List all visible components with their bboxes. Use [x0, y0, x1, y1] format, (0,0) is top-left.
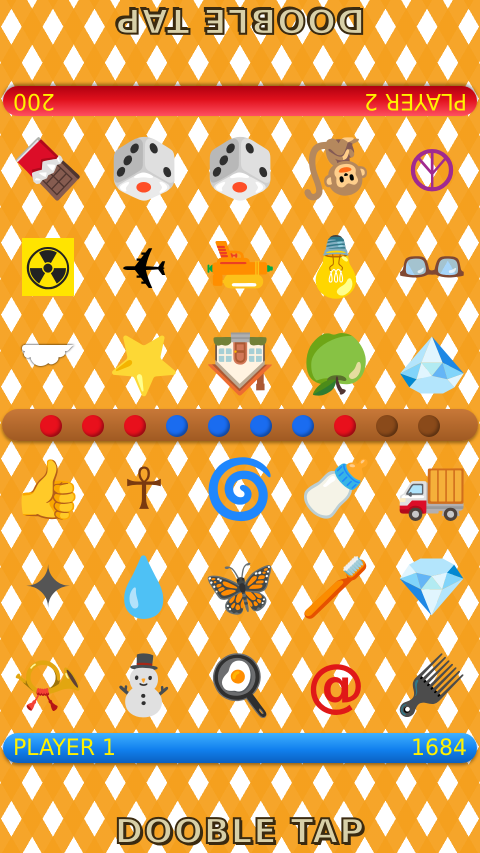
star-card[interactable]: ⭐: [96, 316, 192, 414]
airplane-icon: ✈: [119, 233, 169, 301]
player2-score-bar: PLAYER 2 200: [3, 86, 477, 116]
progress-dot-blue: [166, 415, 188, 437]
ankh-card[interactable]: ☥: [96, 440, 192, 538]
water-drop-icon: 💧: [107, 553, 181, 621]
ice-cream-bar-card[interactable]: 🍫: [0, 120, 96, 218]
snowman-card[interactable]: ⛄: [96, 636, 192, 734]
eyeglasses-icon: 👓: [395, 233, 469, 301]
top-title: DOOBLE TAP: [114, 0, 366, 41]
progress-dot-red: [334, 415, 356, 437]
snowman-icon: ⛄: [107, 651, 181, 719]
toothbrush-card[interactable]: 🪥: [288, 538, 384, 636]
baby-bottle-icon: 🍼: [299, 455, 373, 523]
spinning-top-icon: 🌀: [203, 455, 277, 523]
spinning-top-card[interactable]: 🌀: [192, 440, 288, 538]
emerald-icon: 💎: [395, 331, 469, 399]
progress-dot-empty: [418, 415, 440, 437]
player1-score: 1684: [411, 735, 467, 761]
eyeglasses-card[interactable]: 👓: [384, 218, 480, 316]
comb-card[interactable]: 🪮: [384, 636, 480, 734]
progress-track: [2, 409, 478, 441]
emerald-card[interactable]: 💎: [384, 538, 480, 636]
whistle-card[interactable]: 📯: [0, 636, 96, 734]
metal-star-card[interactable]: ✦: [0, 538, 96, 636]
baby-bottle-card[interactable]: 🍼: [288, 440, 384, 538]
airplane-card[interactable]: ✈: [96, 218, 192, 316]
fried-egg-icon: 🍳: [203, 651, 277, 719]
light-bulb-card[interactable]: 💡: [288, 218, 384, 316]
cloud-icon: ☁: [19, 331, 77, 399]
progress-dot-red: [82, 415, 104, 437]
emerald-icon: 💎: [395, 553, 469, 621]
bottom-title: DOOBLE TAP: [114, 811, 366, 853]
progress-dot-blue: [250, 415, 272, 437]
thumbs-up-hand-card[interactable]: 👍: [0, 440, 96, 538]
radiation-sign-card[interactable]: ☢: [0, 218, 96, 316]
peace-sign-card[interactable]: ☮: [384, 120, 480, 218]
pistol-card[interactable]: 🔫: [192, 218, 288, 316]
green-truck-card[interactable]: 🚚: [384, 440, 480, 538]
ice-cream-bar-icon: 🍫: [11, 135, 85, 203]
metal-star-icon: ✦: [23, 553, 73, 621]
green-truck-icon: 🚚: [395, 455, 469, 523]
comb-icon: 🪮: [395, 651, 469, 719]
thumbs-up-hand-icon: 👍: [11, 455, 85, 523]
at-sign-card[interactable]: @: [288, 636, 384, 734]
butterfly-card[interactable]: 🦋: [192, 538, 288, 636]
red-die-card[interactable]: 🎲: [96, 120, 192, 218]
progress-dot-red: [40, 415, 62, 437]
peace-sign-icon: ☮: [406, 135, 458, 203]
player2-score: 200: [13, 88, 55, 114]
progress-dot-empty: [376, 415, 398, 437]
progress-dot-red: [124, 415, 146, 437]
player1-score-bar: PLAYER 1 1684: [3, 733, 477, 763]
butterfly-icon: 🦋: [203, 553, 277, 621]
toothbrush-icon: 🪥: [299, 553, 373, 621]
water-drop-card[interactable]: 💧: [96, 538, 192, 636]
green-die-icon: 🎲: [203, 135, 277, 203]
progress-dot-blue: [208, 415, 230, 437]
player1-label: PLAYER 1: [13, 735, 116, 761]
monkey-icon: 🐒: [299, 135, 373, 203]
whistle-icon: 📯: [11, 651, 85, 719]
emerald-card[interactable]: 💎: [384, 316, 480, 414]
player2-board: 🍫 🎲 🎲 🐒 ☮ ☢ ✈ 🔫 💡 👓 ☁ ⭐ 🏠 🍏 💎: [0, 120, 480, 414]
light-bulb-icon: 💡: [299, 233, 373, 301]
radiation-sign-icon: ☢: [22, 233, 74, 301]
green-die-card[interactable]: 🎲: [192, 120, 288, 218]
ankh-icon: ☥: [122, 455, 166, 523]
red-die-icon: 🎲: [107, 135, 181, 203]
progress-dot-blue: [292, 415, 314, 437]
monkey-card[interactable]: 🐒: [288, 120, 384, 218]
green-apple-icon: 🍏: [299, 331, 373, 399]
at-sign-icon: @: [307, 651, 365, 719]
green-apple-card[interactable]: 🍏: [288, 316, 384, 414]
star-icon: ⭐: [107, 331, 181, 399]
player1-board: 👍 ☥ 🌀 🍼 🚚 ✦ 💧 🦋 🪥 💎 📯 ⛄ 🍳 @ 🪮: [0, 440, 480, 734]
pistol-icon: 🔫: [203, 233, 277, 301]
fried-egg-card[interactable]: 🍳: [192, 636, 288, 734]
house-card[interactable]: 🏠: [192, 316, 288, 414]
house-icon: 🏠: [203, 331, 277, 399]
cloud-card[interactable]: ☁: [0, 316, 96, 414]
player2-label: PLAYER 2: [364, 88, 467, 114]
